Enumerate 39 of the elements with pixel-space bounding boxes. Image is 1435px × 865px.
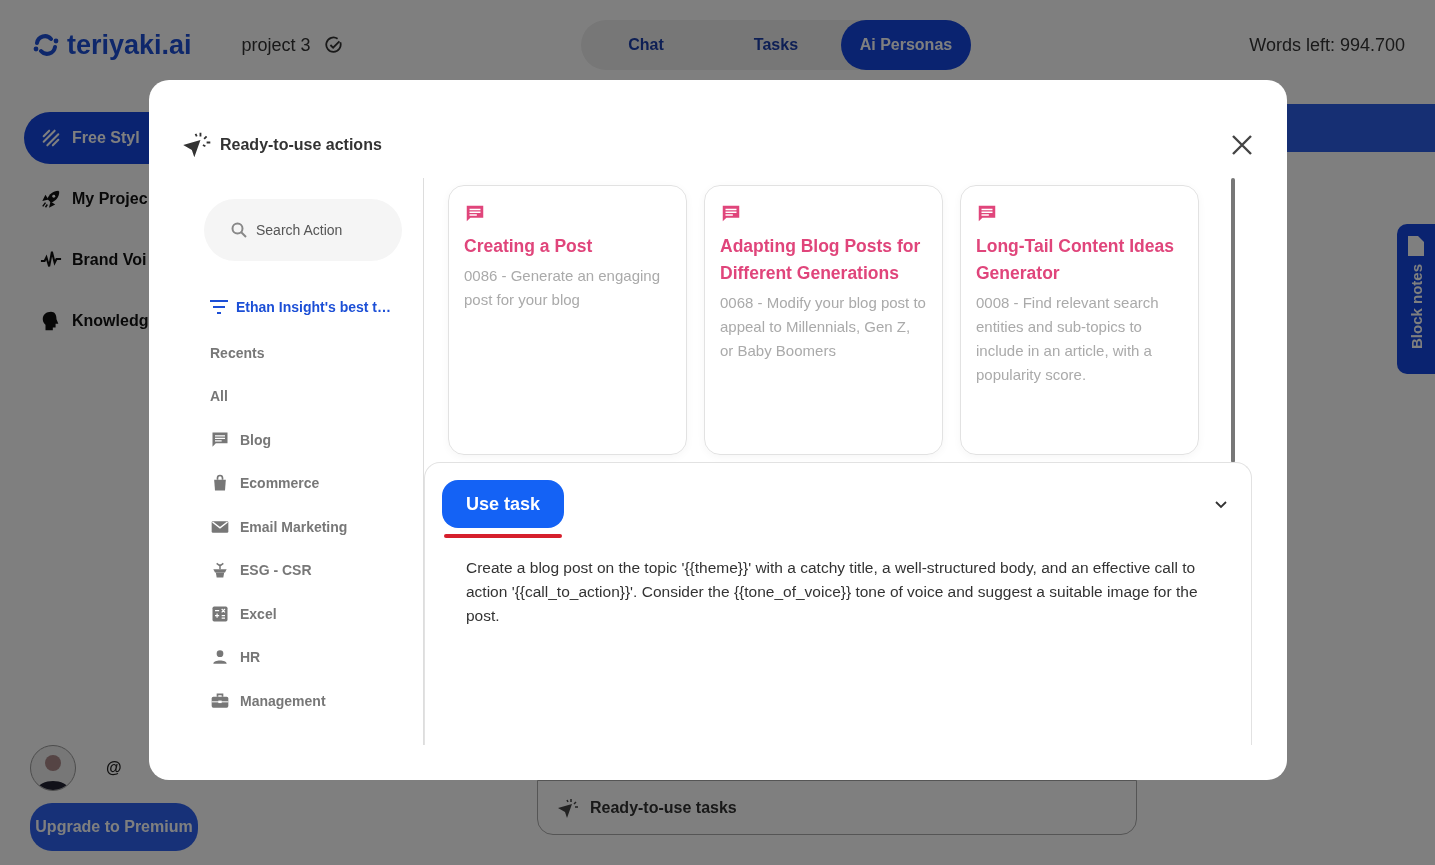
card-description: 0008 - Find relevant search entities and sub-topics to include in an article, with a popularity score.	[976, 293, 1160, 385]
project-name: project 3	[241, 34, 311, 56]
logo-text: teriyaki.ai	[67, 29, 192, 61]
category-item[interactable]: Management	[204, 679, 404, 723]
logo-icon	[33, 33, 59, 57]
search-icon	[231, 222, 247, 238]
avatar[interactable]	[30, 745, 76, 791]
words-left: Words left: 994.700	[1249, 34, 1405, 56]
action-card[interactable]: Creating a Post 0086 - Generate an engaging post for your blog	[448, 185, 687, 455]
category-item[interactable]: Excel	[204, 592, 404, 636]
category-item[interactable]: ESG - CSR	[204, 548, 404, 592]
category-item[interactable]: HR	[204, 635, 404, 679]
upgrade-button[interactable]: Upgrade to Premium	[30, 803, 198, 851]
document-icon	[1408, 236, 1424, 256]
card-title: Long-Tail Content Ideas Generator	[976, 235, 1175, 285]
card-title: Creating a Post	[464, 235, 594, 258]
card-description: 0086 - Generate an engaging post for your blog	[464, 266, 661, 310]
nav-tab[interactable]: Ai Personas	[840, 20, 971, 70]
tasks-panel[interactable]: Ready-to-use tasks	[537, 780, 1137, 835]
category-item[interactable]: Ecommerce	[204, 461, 404, 505]
category-item[interactable]: Email Marketing	[204, 505, 404, 549]
card-title: Adapting Blog Posts for Different Generations	[720, 235, 922, 285]
nav-tab[interactable]: Chat	[580, 20, 711, 70]
use-task-button[interactable]: Use task	[442, 480, 564, 528]
nav-tab[interactable]: Tasks	[710, 20, 841, 70]
search-field[interactable]: Search Action	[204, 199, 402, 261]
block-notes-tab[interactable]: Block notes	[1397, 224, 1435, 374]
category-heading[interactable]: All	[204, 374, 404, 418]
card-description: 0068 - Modify your blog post to appeal to Millennials, Gen Z, or Baby Boomers	[720, 293, 927, 361]
check-circle-icon[interactable]	[324, 36, 343, 54]
task-prompt: Create a blog post on the topic '{{theme}}' with a catchy title, a well-structured body, and an effective call to action '{{call_to_action}}'. Consider the {{tone_of_voice}} tone of voice and suggest a suitable image for the post.	[466, 558, 1199, 626]
action-card[interactable]: Long-Tail Content Ideas Generator 0008 - Find relevant search entities and sub-topics to include in an article, with a popularity score.	[960, 185, 1199, 455]
rocket-icon	[40, 188, 62, 210]
tasks-label: Ready-to-use tasks	[590, 798, 737, 817]
stripes-icon	[40, 127, 62, 149]
user-handle: @	[106, 759, 122, 777]
category-item[interactable]: Blog	[204, 418, 404, 462]
action-card[interactable]: Adapting Blog Posts for Different Generations 0068 - Modify your blog post to appeal to Millennials, Gen Z, or Baby Boomers	[704, 185, 943, 455]
filter-icon	[210, 300, 228, 314]
